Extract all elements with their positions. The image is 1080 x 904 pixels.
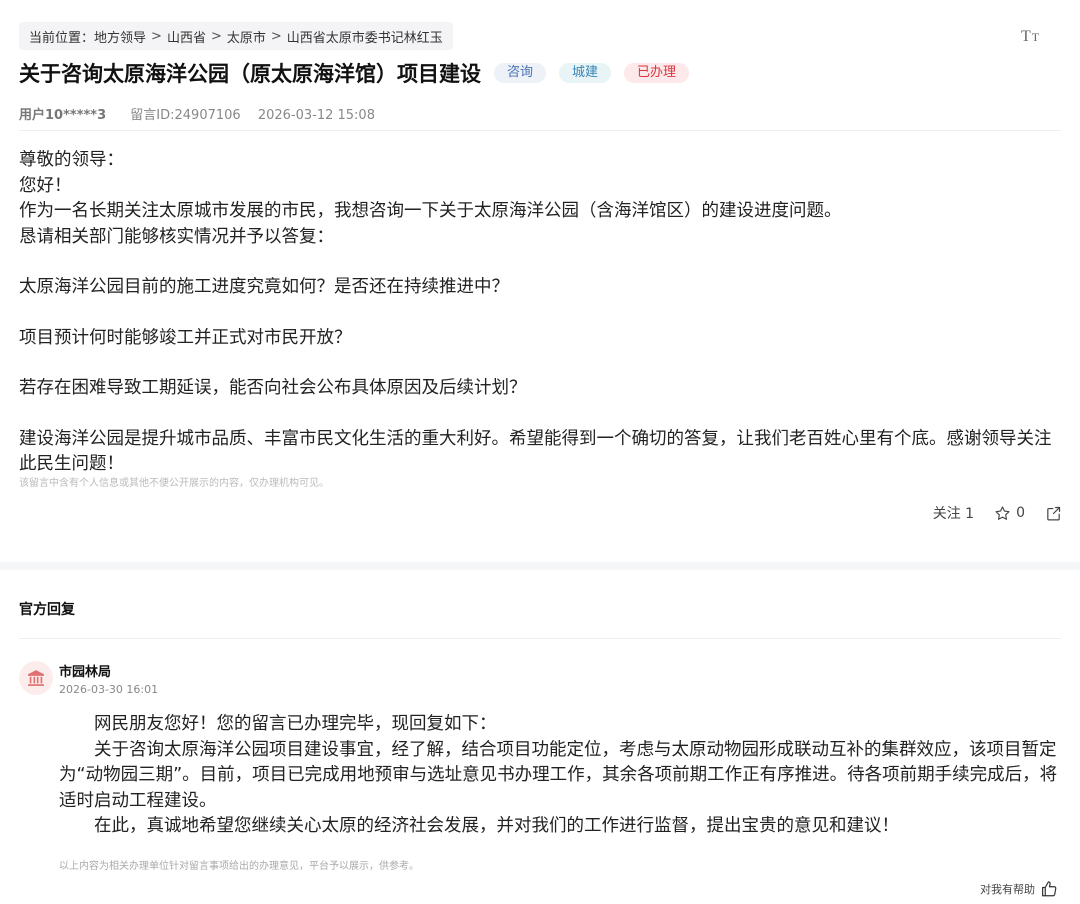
breadcrumb: 当前位置： 地方领导 > 山西省 > 太原市 > 山西省太原市委书记林红玉 [19, 22, 453, 50]
reply-paragraph: 关于咨询太原海洋公园项目建设事宜，经了解，结合项目功能定位，考虑与太原动物园形成… [59, 739, 1058, 811]
privacy-note: 该留言中含有个人信息或其他不便公开展示的内容，仅办理机构可见。 [19, 478, 329, 489]
favorite-count: 0 [1016, 505, 1025, 521]
share-icon [1047, 506, 1061, 520]
content-line: 作为一名长期关注太原城市发展的市民，我想咨询一下关于太原海洋公园（含海洋馆区）的… [19, 201, 842, 221]
share-button[interactable] [1045, 505, 1062, 522]
message-meta: 用户10*****3 留言ID:24907106 2026-03-12 15:0… [19, 104, 375, 123]
star-icon [995, 505, 1010, 520]
user-name: 用户10*****3 [19, 108, 107, 123]
helpful-label: 对我有帮助 [980, 883, 1035, 896]
reply-paragraph: 在此，真诚地希望您继续关心太原的经济社会发展，并对我们的工作进行监督，提出宝贵的… [94, 816, 899, 836]
government-building-icon [19, 661, 53, 695]
follow-button[interactable]: 关注 1 [933, 503, 974, 523]
reply-content: 网民朋友您好！您的留言已办理完毕，现回复如下： 关于咨询太原海洋公园项目建设事宜… [59, 712, 1064, 840]
tag-consult: 咨询 [494, 63, 547, 83]
section-separator [0, 562, 1080, 570]
reply-disclaimer: 以上内容为相关办理单位针对留言事项给出的办理意见，平台予以展示，供参考。 [59, 861, 419, 872]
helpful-button[interactable]: 对我有帮助 [980, 880, 1058, 898]
breadcrumb-item-province[interactable]: 山西省 [167, 27, 206, 46]
reply-section-title: 官方回复 [19, 602, 75, 618]
breadcrumb-item-city[interactable]: 太原市 [227, 27, 266, 46]
favorite-button[interactable]: 0 [994, 505, 1025, 522]
content-line: 太原海洋公园目前的施工进度究竟如何？是否还在持续推进中？ [19, 277, 509, 297]
content-line: 项目预计何时能够竣工并正式对市民开放？ [19, 327, 352, 348]
status-badge: 已办理 [624, 63, 690, 83]
content-line: 恳请相关部门能够核实情况并予以答复： [19, 226, 334, 247]
message-id: 留言ID:24907106 [130, 108, 241, 123]
font-size-small-t: T [1031, 29, 1040, 44]
divider [19, 638, 1061, 639]
breadcrumb-separator: > [151, 28, 162, 44]
breadcrumb-separator: > [210, 28, 222, 44]
breadcrumb-item-leader[interactable]: 山西省太原市委书记林红玉 [287, 27, 443, 46]
breadcrumb-separator: > [270, 28, 282, 44]
content-line: 建设海洋公园是提升城市品质、丰富市民文化生活的重大利好。希望能得到一个确切的答复… [19, 428, 1052, 475]
content-line: 若存在困难导致工期延误，能否向社会公布具体原因及后续计划？ [19, 378, 527, 398]
building-icon-graphic [28, 670, 44, 686]
content-line: 您好！ [19, 175, 72, 196]
divider [19, 130, 1061, 131]
message-content: 尊敬的领导： 您好！ 作为一名长期关注太原城市发展的市民，我想咨询一下关于太原海… [19, 148, 1064, 478]
breadcrumb-item-local-leaders[interactable]: 地方领导 [94, 27, 146, 46]
tag-urban-construction: 城建 [559, 63, 612, 83]
font-size-large-t: T [1020, 28, 1031, 45]
breadcrumb-prefix: 当前位置： [29, 30, 95, 46]
page-title: 关于咨询太原海洋公园（原太原海洋馆）项目建设 [19, 62, 481, 86]
content-line: 尊敬的领导： [19, 150, 124, 170]
reply-org-name: 市园林局 [59, 665, 112, 680]
reply-paragraph: 网民朋友您好！您的留言已办理完毕，现回复如下： [94, 714, 497, 734]
message-actions: 关注 1 0 [933, 503, 1062, 523]
thumbs-up-icon [1042, 881, 1057, 897]
title-row: 关于咨询太原海洋公园（原太原海洋馆）项目建设 咨询 城建 已办理 [19, 58, 690, 88]
message-datetime: 2026-03-12 15:08 [257, 108, 375, 123]
reply-datetime: 2026-03-30 16:01 [59, 683, 159, 696]
font-size-icon[interactable]: TT [1019, 26, 1041, 48]
